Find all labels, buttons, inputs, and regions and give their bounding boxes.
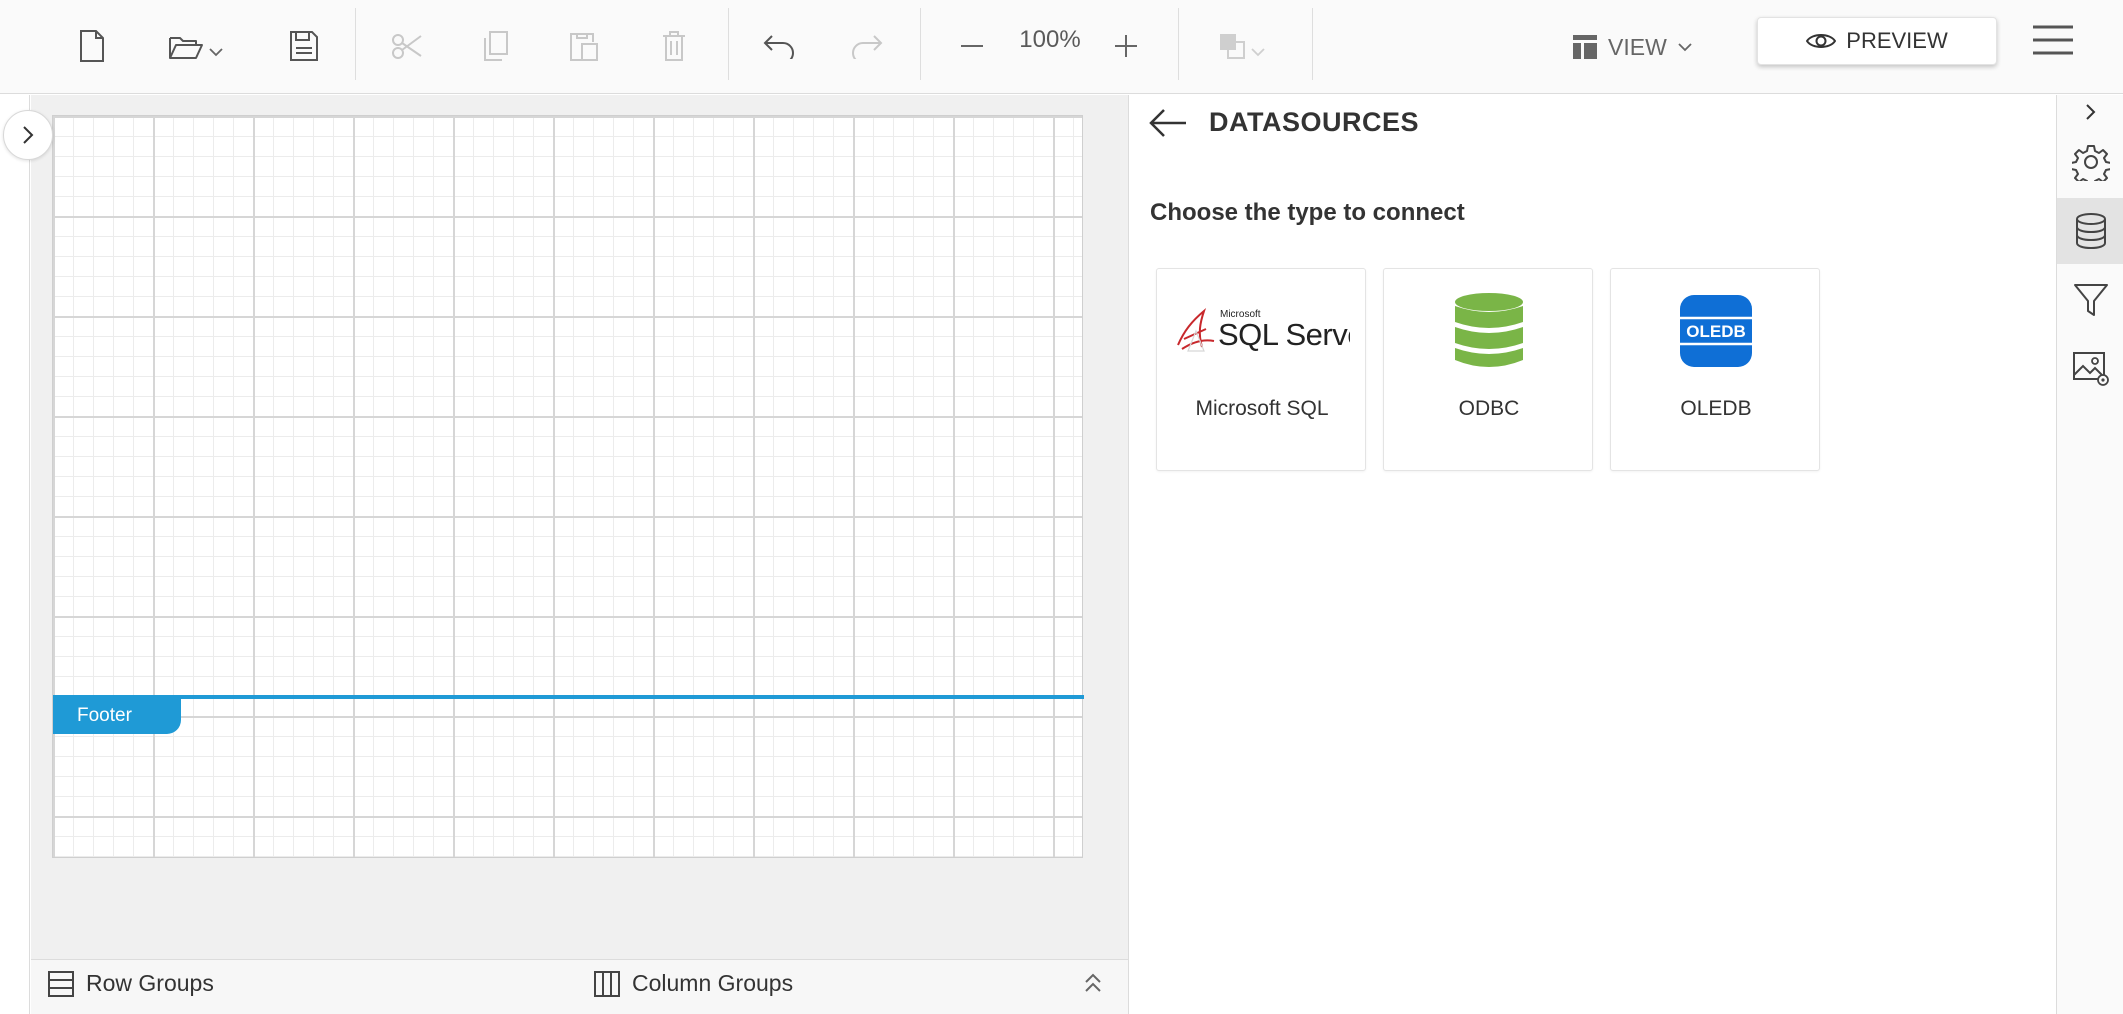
scissors-icon — [392, 34, 422, 59]
expand-item-panel-button[interactable] — [3, 110, 53, 160]
save-icon — [290, 31, 318, 61]
chevron-down-icon — [1678, 43, 1692, 52]
datasource-option-odbc[interactable]: ODBC — [1383, 268, 1593, 471]
chevron-right-icon — [2085, 104, 2095, 120]
datasource-option-mssql[interactable]: Microsoft SQL Server Microsoft SQL — [1156, 268, 1366, 471]
datasource-subtitle: Choose the type to connect — [1150, 199, 1465, 226]
new-file-icon — [80, 30, 104, 62]
plus-icon — [1115, 35, 1137, 57]
layer-order-icon — [1220, 34, 1245, 59]
eye-icon — [1806, 34, 1837, 48]
hamburger-menu-icon — [2033, 25, 2073, 55]
save-button[interactable] — [282, 17, 326, 75]
toolbar-divider — [728, 8, 729, 80]
oledb-logo: OLEDB — [1611, 289, 1821, 373]
back-arrow-icon[interactable] — [1149, 108, 1187, 138]
oledb-icon: OLEDB — [1680, 295, 1752, 367]
chevron-right-icon — [23, 126, 34, 144]
sql-server-logo: Microsoft SQL Server — [1157, 289, 1367, 373]
copy-button[interactable] — [474, 17, 518, 75]
sql-server-logo-text: SQL Server — [1218, 317, 1350, 352]
cut-button[interactable] — [385, 17, 429, 75]
properties-tab[interactable] — [2057, 129, 2123, 195]
zoom-out-button[interactable] — [950, 17, 994, 75]
datasource-panel: DATASOURCES Choose the type to connect M… — [1128, 95, 2056, 1014]
grouping-panel: Row Groups Column Groups — [31, 959, 1128, 1014]
column-groups-icon — [594, 970, 620, 997]
folder-open-icon — [169, 37, 203, 59]
collapse-properties-button[interactable] — [2057, 95, 2123, 129]
toolbar-divider — [1312, 8, 1313, 80]
toolbar-divider — [355, 8, 356, 80]
footer-separator[interactable] — [53, 695, 1084, 699]
arrange-button[interactable] — [1212, 17, 1272, 75]
datasource-title: DATASOURCES — [1209, 107, 1420, 137]
paste-button[interactable] — [562, 17, 606, 75]
redo-icon — [852, 35, 883, 59]
odbc-logo — [1384, 289, 1594, 373]
main-menu-button[interactable] — [2032, 24, 2078, 64]
footer-section-tag[interactable]: Footer — [53, 697, 181, 734]
paste-icon — [570, 33, 598, 61]
copy-icon — [484, 31, 508, 61]
design-surface: Footer — [31, 95, 1128, 959]
image-settings-icon — [2072, 352, 2109, 386]
new-report-button[interactable] — [70, 17, 114, 75]
row-groups-icon — [48, 970, 74, 997]
image-manager-tab[interactable] — [2057, 336, 2123, 402]
datasource-option-oledb[interactable]: OLEDB OLEDB — [1610, 268, 1820, 471]
oledb-logo-text: OLEDB — [1686, 322, 1746, 341]
view-menu-button[interactable]: VIEW — [1572, 20, 1693, 74]
filter-icon — [2073, 284, 2108, 316]
zoom-in-button[interactable] — [1104, 17, 1148, 75]
toolbar-divider — [920, 8, 921, 80]
sql-server-icon: Microsoft SQL Server — [1177, 307, 1350, 352]
delete-button[interactable] — [652, 17, 696, 75]
datasource-option-label: ODBC — [1458, 397, 1520, 420]
preview-label: PREVIEW — [1846, 28, 1948, 53]
redo-button[interactable] — [845, 17, 889, 75]
view-label: VIEW — [1608, 33, 1667, 60]
double-chevron-up-icon — [1085, 973, 1101, 992]
undo-button[interactable] — [757, 17, 801, 75]
toolbar-divider — [1178, 8, 1179, 80]
datasource-tab[interactable] — [2057, 198, 2123, 264]
column-groups-label: Column Groups — [632, 970, 794, 996]
row-groups-label: Row Groups — [86, 970, 214, 996]
datasource-option-label: OLEDB — [1680, 397, 1752, 420]
report-body-grid[interactable]: Footer — [52, 115, 1084, 858]
right-property-rail — [2056, 95, 2123, 1014]
chevron-down-icon — [1251, 48, 1265, 57]
gear-icon — [2071, 145, 2110, 181]
datasource-header: DATASOURCES — [1149, 107, 1419, 138]
chevron-down-icon — [209, 48, 223, 57]
footer-label: Footer — [77, 704, 132, 726]
parameters-filter-tab[interactable] — [2057, 267, 2123, 333]
left-collapse-strip — [0, 95, 30, 1014]
datasource-option-label: Microsoft SQL — [1195, 397, 1329, 420]
layout-icon — [1573, 35, 1597, 59]
database-green-icon — [1455, 293, 1523, 367]
preview-button[interactable]: PREVIEW — [1757, 17, 1997, 65]
row-groups[interactable]: Row Groups — [48, 970, 214, 997]
toolbar: 100% VIEW PREVIEW — [0, 0, 2123, 94]
toggle-groups-panel-button[interactable] — [1083, 972, 1109, 998]
minus-icon — [961, 45, 983, 47]
trash-icon — [663, 31, 685, 61]
zoom-level: 100% — [1019, 26, 1081, 53]
database-icon — [2075, 213, 2106, 249]
column-groups[interactable]: Column Groups — [594, 970, 793, 997]
undo-icon — [763, 35, 794, 59]
open-report-button[interactable] — [165, 17, 227, 75]
